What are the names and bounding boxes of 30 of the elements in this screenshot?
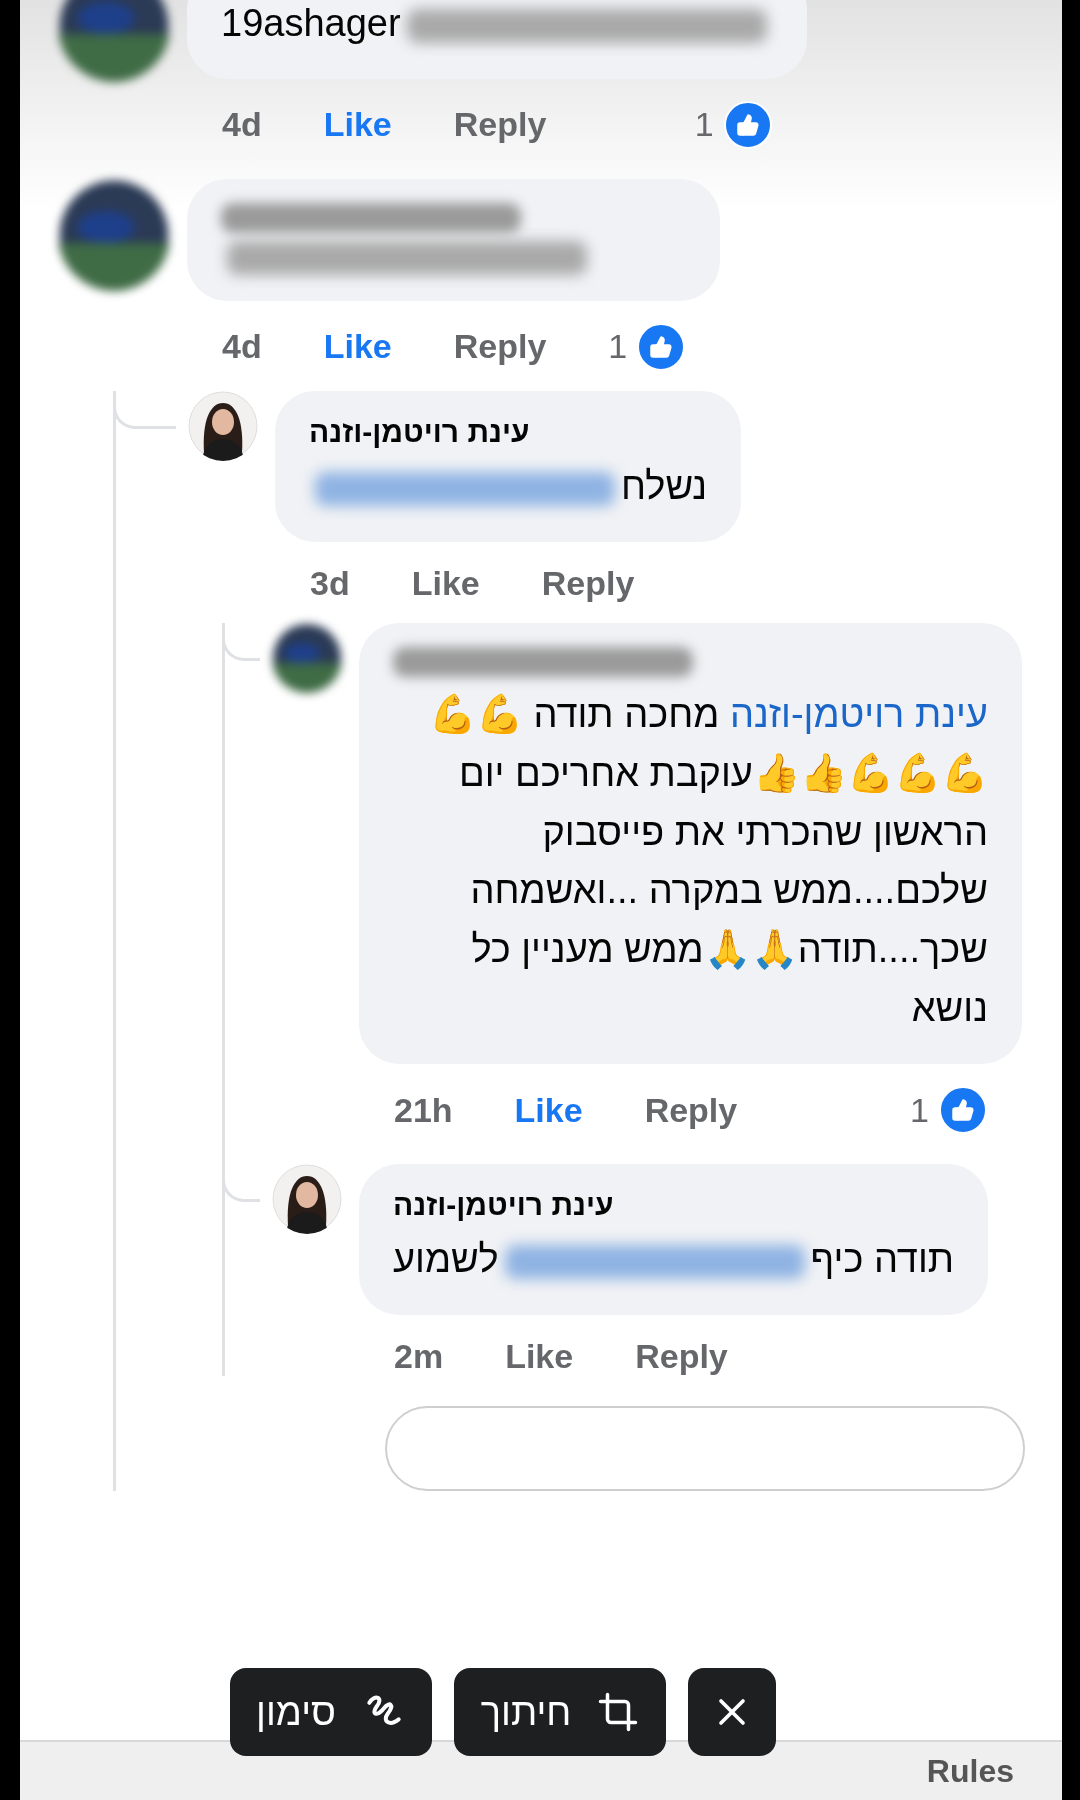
reply-button[interactable]: Reply <box>453 105 547 145</box>
reaction-count: 1 <box>608 327 628 367</box>
comment-text: 19ashager <box>221 0 773 53</box>
reply-button[interactable]: Reply <box>635 1337 728 1376</box>
close-button[interactable] <box>688 1668 776 1756</box>
comment-time: 21h <box>394 1090 453 1130</box>
reaction-count: 1 <box>694 105 714 145</box>
like-button[interactable]: Like <box>411 563 480 603</box>
reply-button[interactable]: Reply <box>453 327 547 367</box>
comment-text: תודה כיף לשמוע <box>393 1237 955 1283</box>
comment-text: נשלח <box>309 456 708 516</box>
like-button[interactable]: Like <box>323 327 392 367</box>
comment-time: 2m <box>394 1337 444 1376</box>
mention-link[interactable]: עינת רויטמן-וזנה <box>729 692 988 735</box>
crop-button[interactable]: חיתוך <box>454 1668 666 1756</box>
author-name[interactable]: עינת רויטמן-וזנה <box>309 414 708 449</box>
reaction-count: 1 <box>910 1090 929 1130</box>
like-button[interactable]: Like <box>323 105 392 145</box>
like-button[interactable]: Like <box>514 1090 583 1130</box>
markup-button[interactable]: סימון <box>230 1668 432 1756</box>
comment-text: עינת רויטמן-וזנה מחכה תודה 💪💪💪💪💪👍👍עוקבת אחריכם יום הראשון שהכרתי את פייסבוק שלכם....ממש במקרה ...ואשמחה שכך....תודה🙏🙏ממש מעניין כל נושא <box>427 691 988 1032</box>
comment-time: 3d <box>310 563 350 603</box>
comment-time: 4d <box>222 327 262 367</box>
like-button[interactable]: Like <box>505 1337 574 1376</box>
author-name[interactable]: עינת רויטמן-וזנה <box>393 1188 955 1223</box>
comment-time: 4d <box>222 105 262 145</box>
crop-icon <box>597 1691 640 1733</box>
reply-button[interactable]: Reply <box>541 563 635 603</box>
rules-link[interactable]: Rules <box>926 1752 1014 1790</box>
reply-button[interactable]: Reply <box>644 1090 738 1130</box>
